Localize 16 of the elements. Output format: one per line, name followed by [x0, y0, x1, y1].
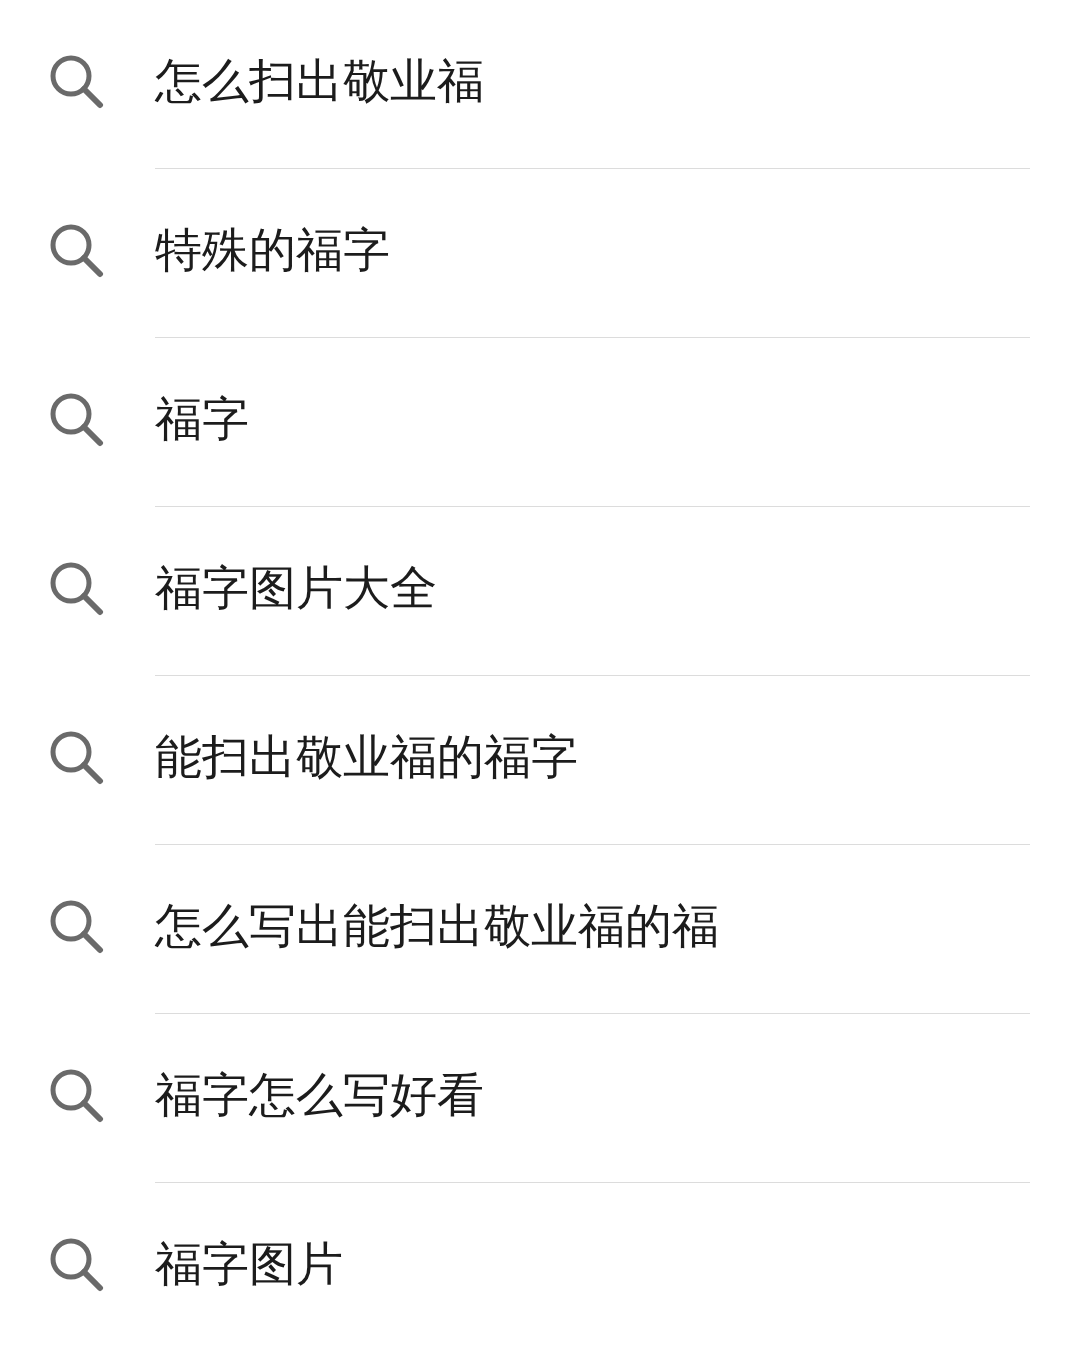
search-icon — [49, 223, 104, 278]
search-icon — [49, 1068, 104, 1123]
suggestion-link[interactable]: 福字图片大全 — [155, 560, 437, 615]
search-icon — [49, 730, 104, 785]
suggestion-link[interactable]: 福字怎么写好看 — [155, 1067, 484, 1122]
suggestion-link[interactable]: 怎么扫出敬业福 — [155, 53, 484, 108]
search-icon — [49, 1237, 104, 1292]
search-icon — [49, 561, 104, 616]
suggestion-link[interactable]: 怎么写出能扫出敬业福的福 — [155, 898, 719, 953]
search-icon — [49, 899, 104, 954]
suggestion-link[interactable]: 能扫出敬业福的福字 — [155, 729, 578, 784]
suggestion-link[interactable]: 福字图片 — [155, 1237, 343, 1292]
suggestion-link[interactable]: 特殊的福字 — [155, 222, 390, 277]
search-icon — [49, 392, 104, 447]
suggestion-link[interactable]: 福字 — [155, 391, 249, 446]
search-icon — [49, 54, 104, 109]
